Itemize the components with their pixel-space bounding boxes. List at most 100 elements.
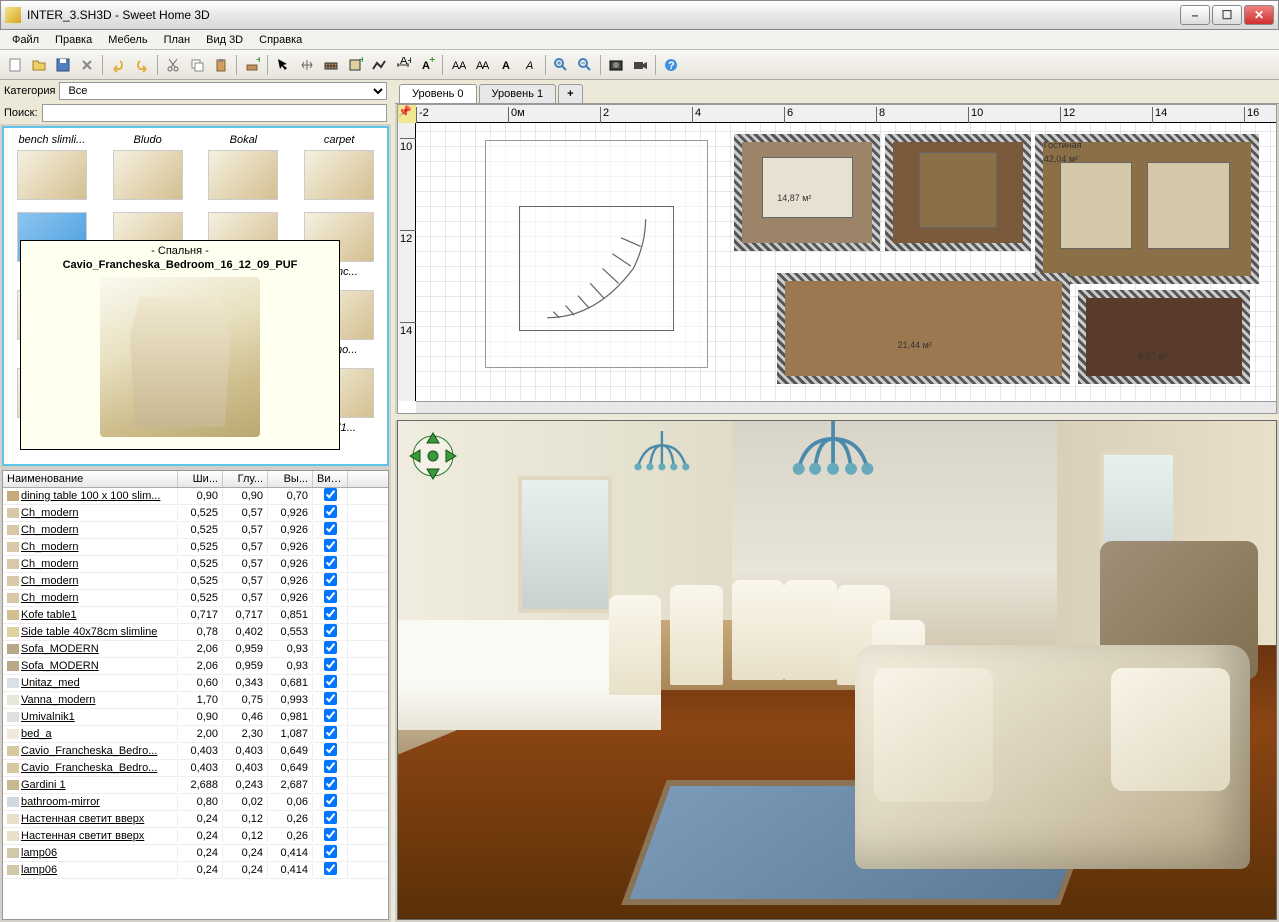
menu-furniture[interactable]: Мебель	[100, 32, 155, 48]
table-row[interactable]: Side table 40x78cm slimline0,780,4020,55…	[3, 624, 388, 641]
visibility-checkbox[interactable]	[324, 777, 337, 790]
create-polyline-icon[interactable]	[368, 54, 390, 76]
visibility-checkbox[interactable]	[324, 556, 337, 569]
menu-file[interactable]: Файл	[4, 32, 47, 48]
visibility-checkbox[interactable]	[324, 539, 337, 552]
visibility-checkbox[interactable]	[324, 641, 337, 654]
visibility-checkbox[interactable]	[324, 726, 337, 739]
table-row[interactable]: Unitaz_med0,600,3430,681	[3, 675, 388, 692]
menu-3dview[interactable]: Вид 3D	[198, 32, 251, 48]
table-row[interactable]: Gardini 12,6880,2432,687	[3, 777, 388, 794]
create-walls-icon[interactable]	[320, 54, 342, 76]
table-row[interactable]: Vanna_modern1,700,750,993	[3, 692, 388, 709]
visibility-checkbox[interactable]	[324, 675, 337, 688]
photo-icon[interactable]	[605, 54, 627, 76]
visibility-checkbox[interactable]	[324, 488, 337, 501]
visibility-checkbox[interactable]	[324, 505, 337, 518]
menu-edit[interactable]: Правка	[47, 32, 100, 48]
visibility-checkbox[interactable]	[324, 573, 337, 586]
visibility-checkbox[interactable]	[324, 828, 337, 841]
create-dimensions-icon[interactable]: A+	[392, 54, 414, 76]
undo-icon[interactable]	[107, 54, 129, 76]
table-row[interactable]: Ch_modern0,5250,570,926	[3, 590, 388, 607]
visibility-checkbox[interactable]	[324, 862, 337, 875]
table-row[interactable]: Ch_modern0,5250,570,926	[3, 556, 388, 573]
pan-icon[interactable]	[296, 54, 318, 76]
catalog-item[interactable]: Bludo	[102, 130, 194, 204]
cut-icon[interactable]	[162, 54, 184, 76]
visibility-checkbox[interactable]	[324, 624, 337, 637]
visibility-checkbox[interactable]	[324, 607, 337, 620]
furniture-table[interactable]: Наименование Ши... Глу... Вы... Види... …	[2, 470, 389, 920]
table-header[interactable]: Наименование Ши... Глу... Вы... Види...	[3, 471, 388, 488]
3d-view[interactable]	[397, 420, 1277, 920]
zoom-out-icon[interactable]	[574, 54, 596, 76]
visibility-checkbox[interactable]	[324, 522, 337, 535]
search-input[interactable]	[42, 104, 387, 122]
catalog-item[interactable]: carpet	[293, 130, 385, 204]
col-width[interactable]: Ши...	[178, 471, 223, 487]
increase-text-icon[interactable]: AA	[447, 54, 469, 76]
tab-level-0[interactable]: Уровень 0	[399, 84, 477, 103]
visibility-checkbox[interactable]	[324, 760, 337, 773]
create-rooms-icon[interactable]: +	[344, 54, 366, 76]
table-row[interactable]: Cavio_Francheska_Bedro...0,4030,4030,649	[3, 760, 388, 777]
decrease-text-icon[interactable]: AA	[471, 54, 493, 76]
menu-help[interactable]: Справка	[251, 32, 310, 48]
table-row[interactable]: Ch_modern0,5250,570,926	[3, 505, 388, 522]
plan-furniture[interactable]	[919, 152, 997, 228]
table-row[interactable]: Cavio_Francheska_Bedro...0,4030,4030,649	[3, 743, 388, 760]
maximize-button[interactable]: ☐	[1212, 5, 1242, 25]
open-icon[interactable]	[28, 54, 50, 76]
table-row[interactable]: Ch_modern0,5250,570,926	[3, 522, 388, 539]
plan-room[interactable]	[777, 273, 1069, 384]
zoom-in-icon[interactable]	[550, 54, 572, 76]
create-text-icon[interactable]: A+	[416, 54, 438, 76]
plan-scrollbar-horizontal[interactable]	[416, 401, 1276, 413]
redo-icon[interactable]	[131, 54, 153, 76]
table-row[interactable]: Kofe table10,7170,7170,851	[3, 607, 388, 624]
plan-view[interactable]: 📌 -20м246810121416 101214	[397, 104, 1277, 414]
save-icon[interactable]	[52, 54, 74, 76]
table-row[interactable]: Sofa_MODERN2,060,9590,93	[3, 641, 388, 658]
table-row[interactable]: Настенная светит вверх0,240,120,26	[3, 828, 388, 845]
col-height[interactable]: Вы...	[268, 471, 313, 487]
visibility-checkbox[interactable]	[324, 845, 337, 858]
visibility-checkbox[interactable]	[324, 709, 337, 722]
catalog-item[interactable]: Bokal	[198, 130, 290, 204]
category-select[interactable]: Все	[59, 82, 387, 100]
plan-furniture[interactable]	[762, 157, 853, 217]
col-name[interactable]: Наименование	[3, 471, 178, 487]
visibility-checkbox[interactable]	[324, 811, 337, 824]
new-file-icon[interactable]	[4, 54, 26, 76]
col-visible[interactable]: Види...	[313, 471, 348, 487]
preferences-icon[interactable]	[76, 54, 98, 76]
table-row[interactable]: Sofa_MODERN2,060,9590,93	[3, 658, 388, 675]
close-button[interactable]: ✕	[1244, 5, 1274, 25]
table-row[interactable]: bed_a2,002,301,087	[3, 726, 388, 743]
plan-furniture[interactable]	[1147, 162, 1230, 249]
bold-icon[interactable]: A	[495, 54, 517, 76]
visibility-checkbox[interactable]	[324, 658, 337, 671]
table-row[interactable]: Ch_modern0,5250,570,926	[3, 573, 388, 590]
table-row[interactable]: lamp060,240,240,414	[3, 845, 388, 862]
video-icon[interactable]	[629, 54, 651, 76]
visibility-checkbox[interactable]	[324, 692, 337, 705]
menu-plan[interactable]: План	[156, 32, 199, 48]
visibility-checkbox[interactable]	[324, 743, 337, 756]
catalog-item[interactable]: bench slimli...	[6, 130, 98, 204]
visibility-checkbox[interactable]	[324, 590, 337, 603]
table-row[interactable]: Настенная светит вверх0,240,120,26	[3, 811, 388, 828]
paste-icon[interactable]	[210, 54, 232, 76]
table-row[interactable]: bathroom-mirror0,800,020,06	[3, 794, 388, 811]
plan-furniture[interactable]	[1060, 162, 1133, 249]
minimize-button[interactable]: –	[1180, 5, 1210, 25]
3d-nav-compass[interactable]	[406, 429, 461, 484]
plan-room[interactable]	[885, 134, 1031, 251]
visibility-checkbox[interactable]	[324, 794, 337, 807]
italic-icon[interactable]: A	[519, 54, 541, 76]
add-furniture-icon[interactable]: +	[241, 54, 263, 76]
table-row[interactable]: dining table 100 x 100 slim...0,900,900,…	[3, 488, 388, 505]
select-icon[interactable]	[272, 54, 294, 76]
help-icon[interactable]: ?	[660, 54, 682, 76]
